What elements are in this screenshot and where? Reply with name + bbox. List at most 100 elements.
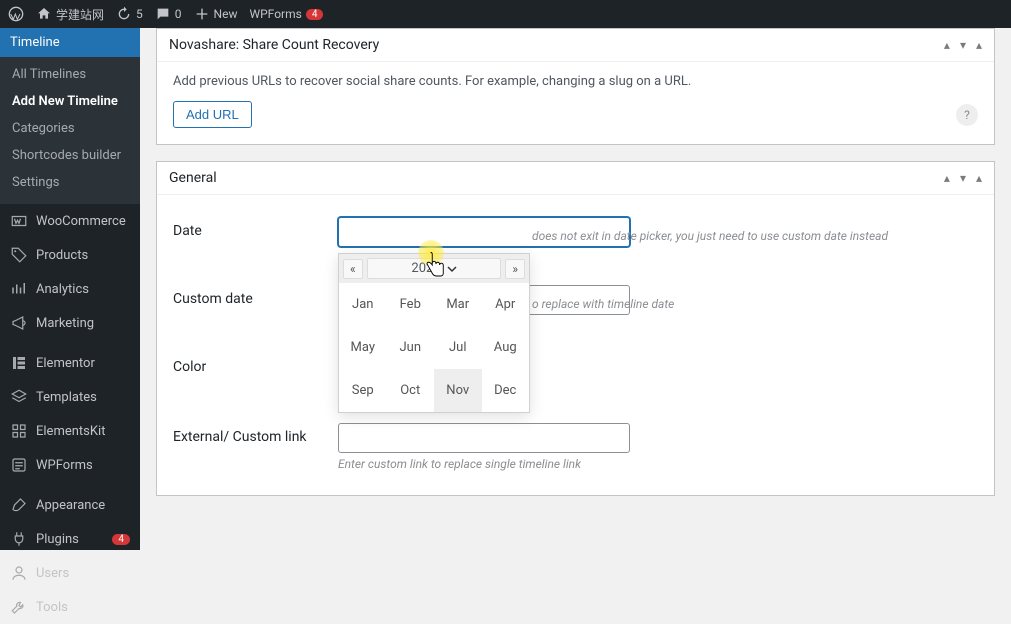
sidebar-item-label: Products — [36, 248, 88, 263]
refresh-icon — [116, 6, 132, 22]
dp-month-apr[interactable]: Apr — [482, 283, 530, 326]
panel-up-icon[interactable]: ▴ — [944, 38, 950, 52]
sidebar-badge: 4 — [112, 534, 130, 545]
sidebar-item-users[interactable]: Users — [0, 556, 140, 590]
panel-recovery-title: Novashare: Share Count Recovery — [169, 37, 379, 53]
comment-icon — [155, 6, 171, 22]
help-icon[interactable]: ? — [956, 104, 978, 126]
dp-prev-button[interactable]: « — [343, 259, 363, 279]
panel-up-icon[interactable]: ▴ — [944, 171, 950, 185]
sidebar-item-woocommerce[interactable]: WooCommerce — [0, 204, 140, 238]
panel-down-icon[interactable]: ▾ — [960, 38, 966, 52]
brush-icon — [10, 496, 28, 514]
wpforms-label: WPForms — [249, 7, 301, 21]
panel-recovery-header: Novashare: Share Count Recovery ▴ ▾ ▴ — [157, 29, 994, 62]
sidebar-submenu: All TimelinesAdd New TimelineCategoriesS… — [0, 57, 140, 204]
field-custom-date: Custom date o replace with timeline date — [173, 275, 978, 343]
panel-down-icon[interactable]: ▾ — [960, 171, 966, 185]
dp-next-button[interactable]: » — [505, 259, 525, 279]
sidebar-item-label: WooCommerce — [36, 214, 126, 229]
panel-general-header: General ▴ ▾ ▴ — [157, 162, 994, 195]
sidebar-item-tools[interactable]: Tools — [0, 590, 140, 624]
admin-bar: 学建站网 5 0 New WPForms 4 — [0, 0, 1011, 28]
dp-month-nov[interactable]: Nov — [434, 369, 482, 412]
field-color: Color — [173, 343, 978, 413]
dp-month-jun[interactable]: Jun — [387, 326, 435, 369]
sidebar-item-marketing[interactable]: Marketing — [0, 306, 140, 340]
layers-icon — [10, 388, 28, 406]
dp-month-may[interactable]: May — [339, 326, 387, 369]
comments-count: 0 — [175, 7, 182, 21]
sidebar-sub-item[interactable]: Categories — [0, 115, 140, 142]
dp-month-aug[interactable]: Aug — [482, 326, 530, 369]
field-link: External/ Custom link Enter custom link … — [173, 413, 978, 479]
sidebar-item-elementor[interactable]: Elementor — [0, 346, 140, 380]
sidebar-item-label: Appearance — [36, 498, 105, 513]
add-url-button[interactable]: Add URL — [173, 101, 252, 128]
link-input[interactable] — [338, 423, 630, 453]
panel-collapse-icon[interactable]: ▴ — [976, 171, 982, 185]
home-icon — [36, 6, 52, 22]
datepicker: « 2023 » JanFebMarApr MayJunJulAug SepOctN… — [338, 253, 530, 413]
sidebar-sub-item[interactable]: Add New Timeline — [0, 88, 140, 115]
color-label: Color — [173, 353, 338, 375]
sidebar-item-wpforms[interactable]: WPForms — [0, 448, 140, 482]
refresh-count: 5 — [136, 7, 143, 21]
dp-month-feb[interactable]: Feb — [387, 283, 435, 326]
sidebar-item-label: Elementor — [36, 356, 95, 371]
sidebar-current[interactable]: Timeline — [0, 28, 140, 57]
plus-icon — [194, 6, 210, 22]
dp-month-jan[interactable]: Jan — [339, 283, 387, 326]
wp-logo[interactable] — [8, 6, 24, 22]
panel-recovery: Novashare: Share Count Recovery ▴ ▾ ▴ Ad… — [156, 28, 995, 145]
sidebar-sub-item[interactable]: Shortcodes builder — [0, 142, 140, 169]
sidebar-item-label: Templates — [36, 390, 97, 405]
sidebar-item-label: Plugins — [36, 532, 79, 547]
sidebar-item-templates[interactable]: Templates — [0, 380, 140, 414]
custom-date-label: Custom date — [173, 285, 338, 307]
woo-icon — [10, 212, 28, 230]
sidebar-item-products[interactable]: Products — [0, 238, 140, 272]
chevron-down-icon — [447, 264, 457, 274]
dp-month-dec[interactable]: Dec — [482, 369, 530, 412]
dp-year-select[interactable]: 2023 — [367, 258, 502, 279]
sidebar-item-elementskit[interactable]: ElementsKit — [0, 414, 140, 448]
panel-general-title: General — [169, 170, 217, 186]
wrench-icon — [10, 598, 28, 616]
date-hint: does not exit in date picker, you just n… — [532, 229, 888, 243]
wpforms-icon — [10, 456, 28, 474]
sidebar-item-label: Users — [36, 566, 69, 581]
sidebar-item-label: Tools — [36, 600, 68, 615]
sidebar-sub-item[interactable]: Settings — [0, 169, 140, 196]
refresh-link[interactable]: 5 — [116, 6, 143, 22]
sidebar-item-label: WPForms — [36, 458, 93, 473]
dp-month-oct[interactable]: Oct — [387, 369, 435, 412]
sidebar-item-label: Marketing — [36, 316, 94, 331]
sidebar-sub-item[interactable]: All Timelines — [0, 61, 140, 88]
dp-month-jul[interactable]: Jul — [434, 326, 482, 369]
dp-month-sep[interactable]: Sep — [339, 369, 387, 412]
link-label: External/ Custom link — [173, 423, 338, 445]
wpforms-link[interactable]: WPForms 4 — [249, 7, 323, 21]
user-icon — [10, 564, 28, 582]
sidebar-item-plugins[interactable]: Plugins 4 — [0, 522, 140, 556]
dp-month-mar[interactable]: Mar — [434, 283, 482, 326]
sidebar-item-appearance[interactable]: Appearance — [0, 488, 140, 522]
bars-icon — [10, 280, 28, 298]
comments-link[interactable]: 0 — [155, 6, 182, 22]
dp-year-label: 2023 — [411, 261, 440, 276]
sidebar-current-label: Timeline — [10, 35, 60, 50]
site-link[interactable]: 学建站网 — [36, 6, 104, 23]
main-content: Novashare: Share Count Recovery ▴ ▾ ▴ Ad… — [140, 28, 1011, 550]
elementor-icon — [10, 354, 28, 372]
site-name: 学建站网 — [56, 6, 104, 23]
sidebar-item-label: ElementsKit — [36, 424, 105, 439]
wordpress-icon — [8, 6, 24, 22]
new-link[interactable]: New — [194, 6, 238, 22]
panel-collapse-icon[interactable]: ▴ — [976, 38, 982, 52]
plug-icon — [10, 530, 28, 548]
admin-sidebar: Timeline All TimelinesAdd New TimelineCa… — [0, 28, 140, 550]
sidebar-item-analytics[interactable]: Analytics — [0, 272, 140, 306]
new-label: New — [214, 7, 238, 21]
wpforms-badge: 4 — [306, 9, 324, 20]
